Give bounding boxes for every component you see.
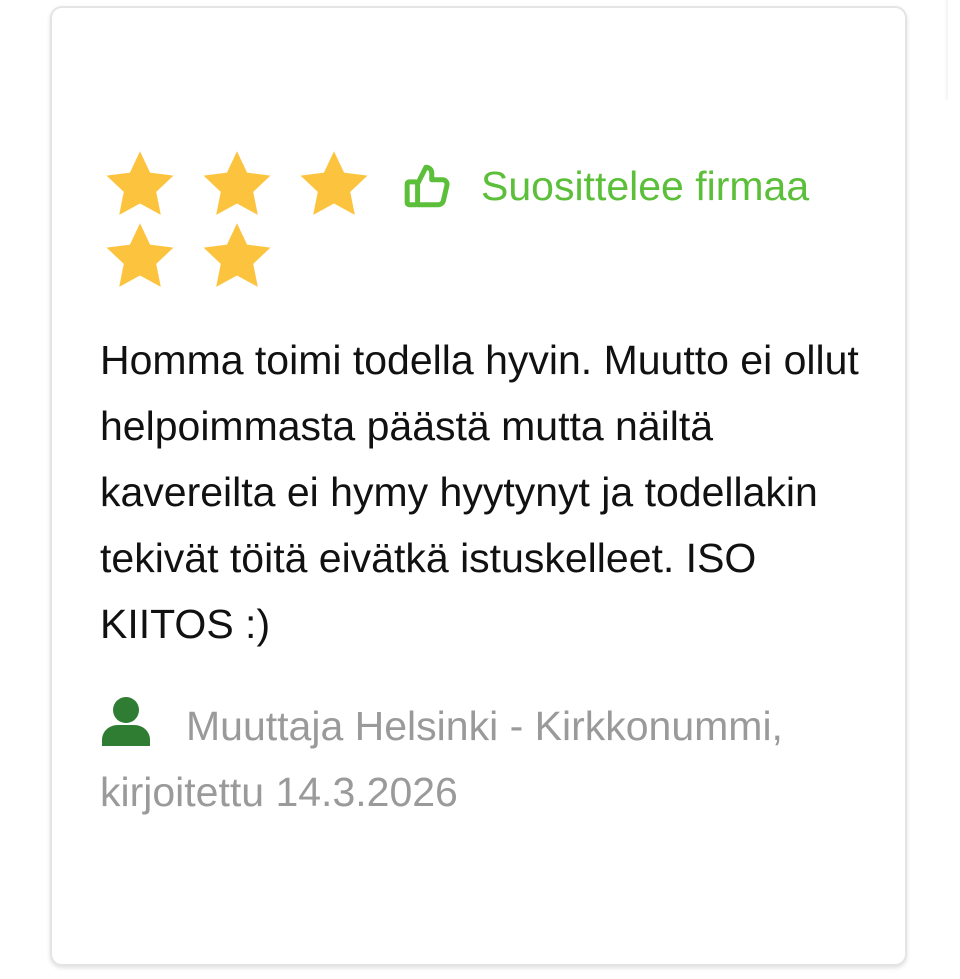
recommend-label: Suosittelee firmaa: [481, 163, 810, 209]
star-icon: [197, 146, 277, 224]
thumbs-up-icon: [403, 161, 453, 211]
review-text: Homma toimi todella hyvin. Muutto ei oll…: [100, 337, 859, 647]
star-icon: [100, 146, 180, 224]
page: Suosittelee firmaa Homma toimi todella h…: [0, 0, 960, 979]
star-icon: [294, 146, 374, 224]
star-icon: [100, 218, 180, 296]
star-icon: [197, 218, 277, 296]
author-line: Muuttaja Helsinki - Kirkkonummi, kirjoit…: [100, 703, 783, 815]
review-author: Muuttaja Helsinki - Kirkkonummi, kirjoit…: [100, 693, 880, 825]
adjacent-card-edge: [944, 0, 948, 100]
recommend-badge: Suosittelee firmaa: [403, 160, 809, 212]
user-icon: [100, 696, 152, 746]
